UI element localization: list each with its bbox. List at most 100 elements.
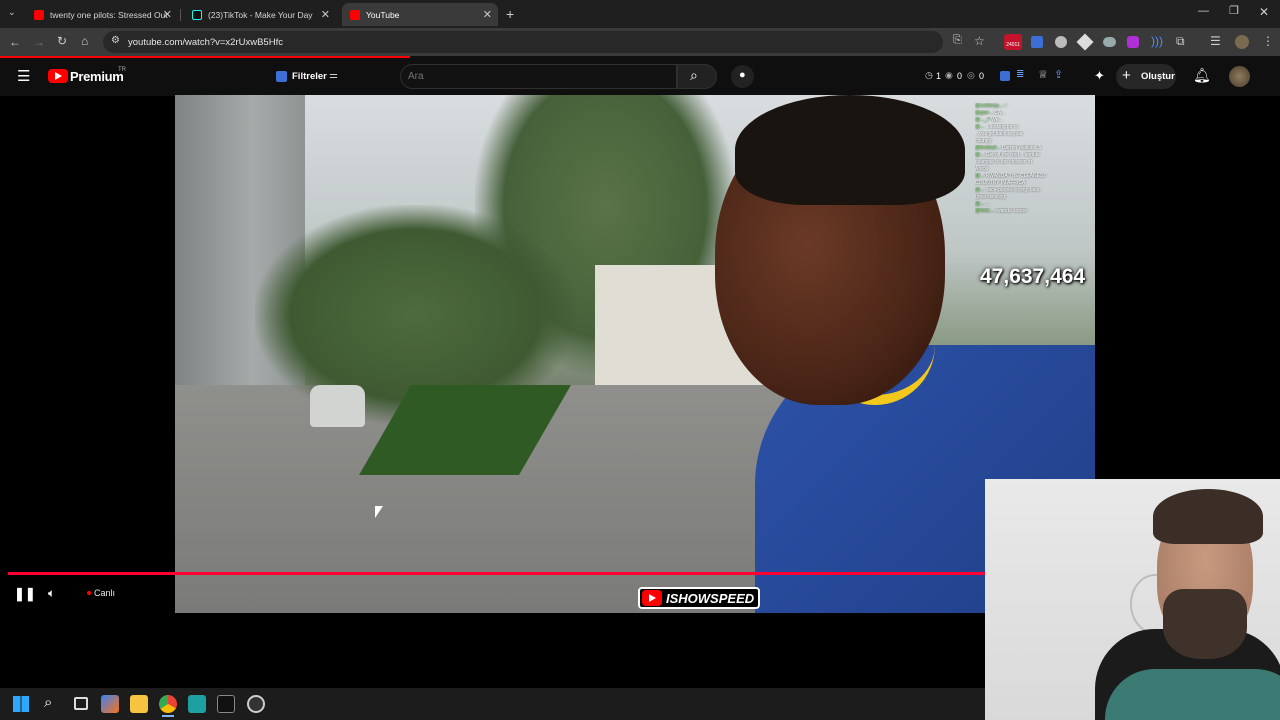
- video-progress-bar[interactable]: [8, 572, 985, 575]
- tab-search-icon[interactable]: ⌄: [8, 8, 16, 17]
- chat-message: green-smiling:: [975, 194, 1093, 201]
- tab-tiktok[interactable]: (23)TikTok - Make Your Day ✕: [184, 3, 336, 26]
- file-explorer-icon[interactable]: [130, 695, 148, 713]
- close-window-icon[interactable]: ✕: [1259, 6, 1269, 18]
- chat-username: @...: [975, 152, 985, 158]
- youtube-favicon-icon: [34, 9, 44, 20]
- chat-message: @soldierja... !!: [975, 103, 1093, 110]
- chat-text: We...: [991, 117, 1003, 123]
- chat-message: @... ...: [975, 201, 1093, 208]
- browser-menu-icon[interactable]: ⋮: [1262, 35, 1274, 47]
- chat-text: Get off the roof... terrible: [985, 152, 1040, 158]
- profile-avatar[interactable]: [1235, 35, 1249, 49]
- hamburger-menu-icon[interactable]: ☰: [17, 69, 30, 84]
- tiktok-favicon-icon: [192, 9, 202, 20]
- chat-text: ...you go back to your: [975, 131, 1023, 137]
- search-icon: ⌕: [690, 67, 698, 83]
- eye-icon: ◉: [945, 70, 953, 80]
- app-taskbar-icon[interactable]: [188, 695, 206, 713]
- filters-button[interactable]: Filtreler: [292, 71, 327, 82]
- minimize-window-icon[interactable]: —: [1198, 6, 1209, 17]
- chat-username: @...: [975, 124, 985, 130]
- back-arrow-icon[interactable]: ←: [9, 36, 21, 48]
- filter-sliders-icon[interactable]: ⚌: [329, 71, 338, 81]
- stat-watch-later: 1: [936, 71, 942, 81]
- page-load-progress: [0, 56, 410, 58]
- volume-icon[interactable]: 🔈︎: [48, 587, 55, 599]
- chat-message: @... Get off the roof... terrible: [975, 152, 1093, 159]
- plus-icon: +: [1122, 67, 1131, 84]
- forward-arrow-icon[interactable]: →: [33, 36, 45, 48]
- extension-badge-icon[interactable]: 24011: [1004, 34, 1022, 50]
- site-info-icon[interactable]: ⚙: [111, 36, 120, 46]
- home-icon[interactable]: ⌂: [81, 35, 88, 47]
- live-indicator-dot: [87, 591, 91, 595]
- audio-extension-icon[interactable]: ))): [1151, 35, 1163, 47]
- taskbar-search-icon[interactable]: ⌕: [44, 695, 52, 710]
- notifications-bell-icon[interactable]: 🔔︎: [1193, 68, 1211, 82]
- install-app-icon[interactable]: ⎘: [953, 35, 962, 46]
- chat-message: Africa: [975, 166, 1093, 173]
- chat-message: @..._7 We...: [975, 117, 1093, 124]
- restore-window-icon[interactable]: ❐: [1229, 6, 1239, 17]
- extension-icon[interactable]: [1000, 71, 1010, 81]
- close-tab-icon[interactable]: ✕: [163, 8, 172, 21]
- browser-tab-strip: ⌄ twenty one pilots: Stressed Out ✕ (23)…: [0, 0, 1280, 28]
- chat-username: @...: [975, 173, 985, 179]
- stream-chat-overlay: @soldierja... !! @garr... CA... @..._7 We.…: [975, 103, 1093, 263]
- tab-youtube[interactable]: YouTube ✕: [342, 3, 498, 26]
- tab-divider: [180, 9, 181, 21]
- premium-gem-icon[interactable]: ✦: [1094, 69, 1105, 82]
- windows-start-icon[interactable]: [13, 696, 29, 712]
- webcam-overlay: [985, 479, 1280, 720]
- chat-text: COUNTRY IN AFRICA: [975, 180, 1026, 186]
- webcam-scene-shirt: [1105, 669, 1280, 720]
- chat-message: COUNTRY IN AFRICA: [975, 180, 1093, 187]
- mouse-cursor-icon: [375, 506, 383, 518]
- youtube-favicon-icon: [350, 9, 360, 20]
- chat-text: ...looking for in: [985, 124, 1019, 130]
- video-player[interactable]: @soldierja... !! @garr... CA... @..._7 We.…: [175, 95, 1095, 613]
- active-app-indicator: [162, 715, 174, 717]
- trophy-icon[interactable]: ♕: [1038, 70, 1048, 81]
- pause-icon[interactable]: ❚❚: [14, 587, 36, 600]
- extension-icon[interactable]: [1055, 36, 1067, 48]
- reload-icon[interactable]: ↻: [57, 35, 67, 47]
- stat-views: 0: [957, 71, 963, 81]
- tab-twenty-one-pilots[interactable]: twenty one pilots: Stressed Out ✕: [26, 3, 178, 26]
- copilot-icon[interactable]: [101, 695, 119, 713]
- search-input[interactable]: [408, 67, 668, 85]
- extensions-puzzle-icon[interactable]: ⧉: [1176, 35, 1185, 47]
- account-avatar[interactable]: [1229, 66, 1250, 87]
- tab-title: (23)TikTok - Make Your Day: [208, 9, 313, 20]
- youtube-play-icon: [642, 590, 662, 606]
- tradingview-taskbar-icon[interactable]: [217, 695, 235, 713]
- chat-text: !!: [1004, 103, 1008, 109]
- new-tab-button[interactable]: +: [506, 7, 514, 21]
- subscriber-counter: 47,637,464: [980, 265, 1086, 288]
- extension-icon[interactable]: [1127, 36, 1139, 48]
- task-view-icon[interactable]: [74, 697, 88, 710]
- chat-message: @football... Darren Watkins Jr: [975, 145, 1093, 152]
- close-tab-icon[interactable]: ✕: [321, 8, 330, 21]
- bookmark-star-icon[interactable]: ☆: [974, 35, 985, 47]
- chrome-taskbar-icon[interactable]: [159, 695, 177, 713]
- close-tab-icon[interactable]: ✕: [483, 8, 492, 21]
- video-scene-hair: [735, 95, 965, 205]
- tab-title: YouTube: [366, 9, 400, 20]
- youtube-premium-logo[interactable]: Premium: [70, 69, 124, 84]
- chat-message: @KAZ... rwanda soooo: [975, 208, 1093, 215]
- chat-message: @... ...looking for in: [975, 124, 1093, 131]
- live-label[interactable]: Canlı: [94, 588, 115, 598]
- chat-username: @KAZ...: [975, 208, 994, 214]
- logo-region-code: TR: [118, 67, 126, 73]
- share-icon[interactable]: ⇪: [1054, 70, 1063, 81]
- extension-icon[interactable]: [1103, 37, 1116, 47]
- url-text[interactable]: youtube.com/watch?v=x2rUxwB5Hfc: [128, 37, 283, 48]
- reading-list-icon[interactable]: ☰: [1210, 35, 1221, 47]
- obs-taskbar-icon[interactable]: [247, 695, 265, 713]
- chat-username: @soldierja...: [975, 103, 1003, 109]
- translate-extension-icon[interactable]: [1031, 36, 1043, 48]
- chat-text: RWANDA THE CLEANEST: [985, 173, 1047, 179]
- list-icon[interactable]: ≣: [1016, 70, 1024, 80]
